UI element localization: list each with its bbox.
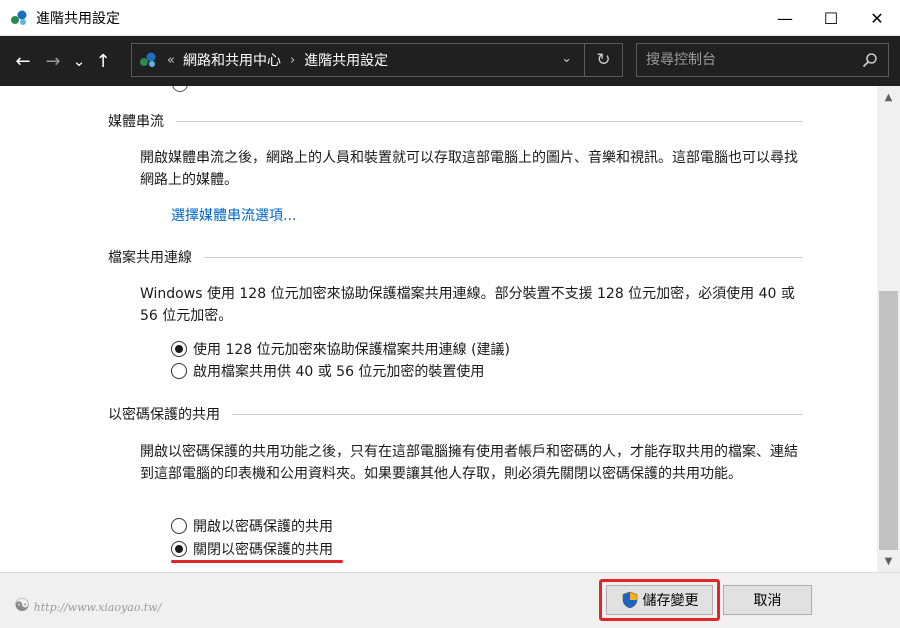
radio-button[interactable] bbox=[171, 363, 187, 379]
section-media-streaming: 媒體串流 bbox=[108, 111, 803, 131]
radio-label[interactable]: 關閉以密碼保護的共用 bbox=[193, 539, 333, 559]
minimize-button[interactable]: — bbox=[762, 0, 808, 36]
watermark: ☯ http://www.xiaoyao.tw/ bbox=[14, 595, 161, 616]
radio-option-40-56bit[interactable]: 啟用檔案共用供 40 或 56 位元加密的裝置使用 bbox=[171, 361, 484, 381]
address-bar[interactable]: « 網路和共用中心 › 進階共用設定 ⌄ ↻ bbox=[131, 43, 623, 77]
radio-option-128bit[interactable]: 使用 128 位元加密來協助保護檔案共用連線 (建議) bbox=[171, 339, 510, 359]
section-heading: 媒體串流 bbox=[108, 114, 164, 130]
radio-button[interactable] bbox=[171, 541, 187, 557]
section-heading: 以密碼保護的共用 bbox=[108, 407, 220, 423]
section-divider bbox=[176, 120, 803, 122]
scroll-up-arrow-icon[interactable]: ▲ bbox=[877, 88, 900, 106]
network-app-icon bbox=[10, 9, 28, 27]
close-button[interactable]: ✕ bbox=[854, 0, 900, 36]
radio-button-cut-off[interactable] bbox=[172, 86, 188, 92]
cancel-button[interactable]: 取消 bbox=[723, 585, 812, 615]
watermark-logo-icon: ☯ bbox=[14, 595, 31, 616]
recent-locations-button[interactable]: ⌄ bbox=[68, 46, 90, 76]
vertical-scrollbar[interactable]: ▲ ▼ bbox=[877, 86, 900, 572]
section-file-sharing: 檔案共用連線 bbox=[108, 247, 803, 267]
radio-option-password-off[interactable]: 關閉以密碼保護的共用 bbox=[171, 539, 333, 559]
breadcrumb-advanced-sharing[interactable]: 進階共用設定 bbox=[304, 50, 388, 70]
radio-button[interactable] bbox=[171, 341, 187, 357]
search-box[interactable] bbox=[636, 43, 889, 77]
settings-content: 媒體串流 開啟媒體串流之後，網路上的人員和裝置就可以存取這部電腦上的圖片、音樂和… bbox=[0, 86, 877, 572]
radio-option-password-on[interactable]: 開啟以密碼保護的共用 bbox=[171, 516, 333, 536]
section-divider bbox=[204, 256, 803, 258]
password-sharing-description: 開啟以密碼保護的共用功能之後，只有在這部電腦擁有使用者帳戶和密碼的人，才能存取共… bbox=[140, 444, 798, 482]
forward-button[interactable]: → bbox=[38, 46, 68, 76]
network-icon bbox=[139, 51, 157, 69]
section-divider bbox=[232, 413, 803, 415]
radio-button[interactable] bbox=[171, 518, 187, 534]
watermark-url: http://www.xiaoyao.tw/ bbox=[33, 601, 162, 614]
title-bar: 進階共用設定 — ☐ ✕ bbox=[0, 0, 900, 36]
refresh-button[interactable]: ↻ bbox=[584, 44, 622, 76]
media-description: 開啟媒體串流之後，網路上的人員和裝置就可以存取這部電腦上的圖片、音樂和視訊。這部… bbox=[140, 150, 798, 188]
back-button[interactable]: ← bbox=[8, 46, 38, 76]
search-input[interactable] bbox=[637, 44, 837, 76]
breadcrumb-network-center[interactable]: 網路和共用中心 bbox=[183, 50, 281, 70]
media-options-link[interactable]: 選擇媒體串流選項... bbox=[171, 205, 296, 225]
section-heading: 檔案共用連線 bbox=[108, 250, 192, 266]
window-title: 進階共用設定 bbox=[36, 10, 120, 27]
radio-label[interactable]: 使用 128 位元加密來協助保護檔案共用連線 (建議) bbox=[193, 339, 510, 359]
scroll-thumb[interactable] bbox=[879, 291, 898, 550]
uac-shield-icon bbox=[621, 591, 639, 609]
breadcrumb-separator-icon[interactable]: › bbox=[290, 53, 295, 68]
file-sharing-description: Windows 使用 128 位元加密來協助保護檔案共用連線。部分裝置不支援 1… bbox=[140, 286, 795, 324]
radio-label[interactable]: 開啟以密碼保護的共用 bbox=[193, 516, 333, 536]
address-dropdown-icon[interactable]: ⌄ bbox=[561, 51, 572, 66]
save-button-label[interactable]: 儲存變更 bbox=[643, 590, 699, 610]
overflow-chevron-icon[interactable]: « bbox=[167, 53, 175, 68]
dialog-button-bar: ☯ http://www.xiaoyao.tw/ 儲存變更 取消 bbox=[0, 572, 900, 628]
maximize-button[interactable]: ☐ bbox=[808, 0, 854, 36]
search-icon[interactable] bbox=[862, 52, 878, 68]
section-password-sharing: 以密碼保護的共用 bbox=[108, 404, 803, 424]
highlight-underline bbox=[171, 560, 343, 563]
navigation-bar: ← → ⌄ ↑ « 網路和共用中心 › 進階共用設定 ⌄ ↻ bbox=[0, 36, 900, 86]
radio-label[interactable]: 啟用檔案共用供 40 或 56 位元加密的裝置使用 bbox=[193, 361, 484, 381]
up-button[interactable]: ↑ bbox=[90, 46, 116, 76]
save-changes-button[interactable]: 儲存變更 bbox=[606, 585, 713, 615]
window-controls: — ☐ ✕ bbox=[762, 0, 900, 36]
scroll-down-arrow-icon[interactable]: ▼ bbox=[877, 552, 900, 570]
